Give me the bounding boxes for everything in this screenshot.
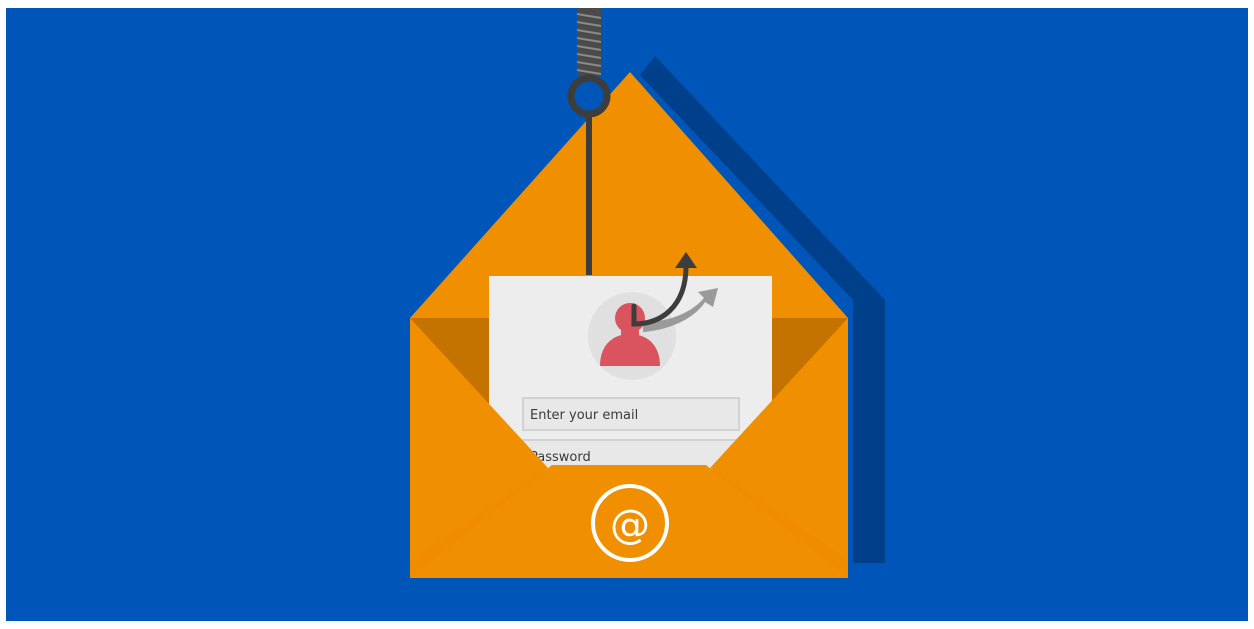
phishing-illustration: Enter your email Password @ (410, 8, 885, 578)
illustration-canvas: Enter your email Password @ (6, 8, 1248, 621)
hook-eyelet (567, 74, 611, 118)
fishing-spring (576, 8, 602, 76)
at-sign-icon: @ (610, 502, 650, 548)
email-placeholder: Enter your email (530, 408, 638, 423)
